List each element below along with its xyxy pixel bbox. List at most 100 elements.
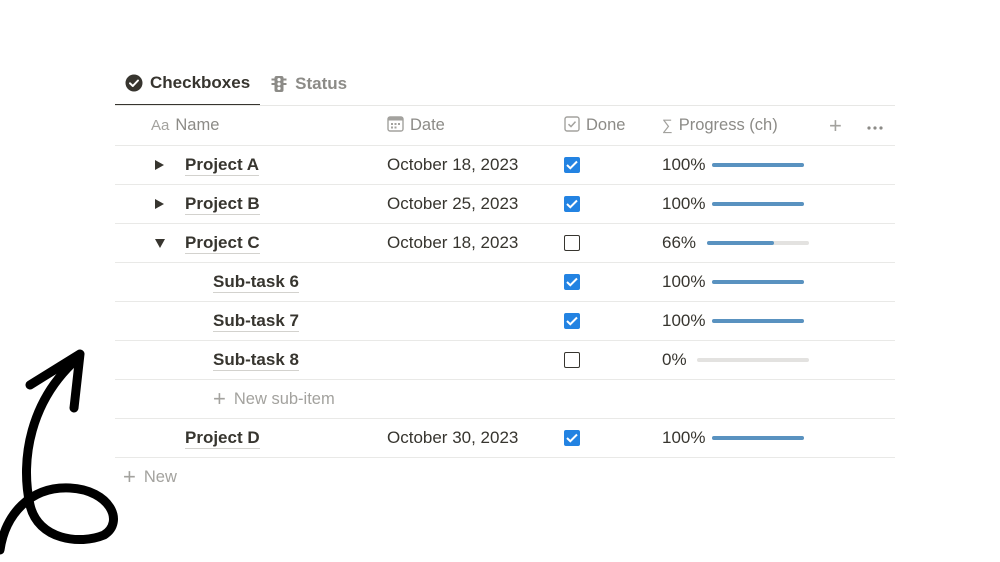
done-checkbox[interactable] [564, 235, 580, 251]
row-progress: 100% [662, 263, 804, 301]
progress-value: 0% [662, 350, 687, 369]
progress-value: 100% [662, 311, 706, 330]
progress-value: 100% [662, 155, 706, 174]
progress-bar-fill [712, 319, 804, 323]
table-header: Aa Name Date Done ∑ Progress (ch) + [115, 106, 895, 146]
row-done[interactable] [564, 419, 580, 457]
row-done[interactable] [564, 224, 580, 262]
row-name[interactable]: Project A [185, 146, 260, 184]
tab-label: Checkboxes [150, 73, 251, 92]
tab-label: Status [295, 74, 348, 93]
column-header-done[interactable]: Done [564, 106, 625, 145]
done-checkbox[interactable] [564, 157, 580, 173]
done-checkbox[interactable] [564, 352, 580, 368]
column-label: Name [175, 116, 220, 134]
expand-toggle[interactable] [155, 146, 164, 184]
add-property-button[interactable]: + [829, 106, 842, 145]
row-progress: 0% [662, 341, 809, 379]
page-title-link[interactable]: Sub-task 7 [213, 311, 299, 332]
row-progress: 66% [662, 224, 809, 262]
column-header-progress[interactable]: ∑ Progress (ch) [662, 106, 778, 145]
new-sub-item-button[interactable]: + New sub-item [213, 380, 335, 418]
new-sub-item-label: New sub-item [233, 389, 335, 408]
traffic-light-icon [270, 75, 288, 93]
progress-bar-fill [712, 163, 804, 167]
progress-bar [712, 163, 804, 167]
text-type-icon: Aa [151, 117, 170, 134]
progress-value: 100% [662, 194, 706, 213]
done-checkbox[interactable] [564, 430, 580, 446]
table-row[interactable]: Sub-task 7 100% [115, 302, 895, 341]
hand-drawn-arrow [0, 349, 118, 555]
plus-icon: + [213, 386, 226, 411]
row-date[interactable]: October 30, 2023 [387, 419, 518, 457]
progress-bar [697, 358, 809, 362]
page-title-link[interactable]: Project D [185, 428, 260, 449]
progress-bar [712, 436, 804, 440]
check-circle-icon [125, 74, 143, 92]
table-row[interactable]: Project B October 25, 2023 100% [115, 185, 895, 224]
progress-value: 100% [662, 428, 706, 447]
row-done[interactable] [564, 341, 580, 379]
progress-value: 100% [662, 272, 706, 291]
column-header-date[interactable]: Date [387, 106, 445, 145]
page-title-link[interactable]: Sub-task 8 [213, 350, 299, 371]
page-title-link[interactable]: Project B [185, 194, 260, 215]
more-options-button[interactable] [867, 106, 883, 145]
triangle-down-icon [155, 238, 165, 248]
triangle-right-icon [155, 160, 164, 170]
progress-bar [712, 319, 804, 323]
row-date[interactable]: October 18, 2023 [387, 224, 518, 262]
collapse-toggle[interactable] [155, 224, 165, 262]
table-row[interactable]: Sub-task 6 100% [115, 263, 895, 302]
row-name[interactable]: Sub-task 7 [213, 302, 299, 340]
progress-value: 66% [662, 233, 697, 252]
row-name[interactable]: Project D [185, 419, 260, 457]
table-row[interactable]: Project A October 18, 2023 100% [115, 146, 895, 185]
row-done[interactable] [564, 263, 580, 301]
progress-bar [712, 280, 804, 284]
table-body: Project A October 18, 2023 100% Project B Oc… [115, 146, 895, 380]
progress-bar [712, 202, 804, 206]
row-done[interactable] [564, 146, 580, 184]
done-checkbox[interactable] [564, 313, 580, 329]
plus-icon: + [829, 112, 842, 138]
more-icon [867, 116, 883, 135]
column-header-name[interactable]: Aa Name [151, 106, 219, 145]
row-date[interactable]: October 18, 2023 [387, 146, 518, 184]
tab-status[interactable]: Status [260, 66, 357, 106]
row-name[interactable]: Project B [185, 185, 260, 223]
row-done[interactable] [564, 185, 580, 223]
row-name[interactable]: Project C [185, 224, 260, 262]
column-label: Date [410, 116, 445, 134]
expand-toggle[interactable] [155, 185, 164, 223]
table-row[interactable]: Project D October 30, 2023 100% [115, 419, 895, 458]
calendar-icon [387, 115, 404, 136]
done-checkbox[interactable] [564, 274, 580, 290]
database-table: Aa Name Date Done ∑ Progress (ch) + Proj… [115, 106, 895, 458]
progress-bar-fill [712, 436, 804, 440]
view-tabs: Checkboxes Status [115, 66, 357, 106]
new-row-label: New [143, 467, 177, 486]
progress-bar [707, 241, 809, 245]
row-progress: 100% [662, 185, 804, 223]
done-checkbox[interactable] [564, 196, 580, 212]
column-label: Done [586, 116, 626, 134]
row-done[interactable] [564, 302, 580, 340]
sigma-icon: ∑ [662, 117, 673, 134]
row-name[interactable]: Sub-task 8 [213, 341, 299, 379]
page-title-link[interactable]: Sub-task 6 [213, 272, 299, 293]
new-row-button[interactable]: + New [123, 465, 177, 489]
page-title-link[interactable]: Project C [185, 233, 260, 254]
row-progress: 100% [662, 146, 804, 184]
progress-bar-fill [712, 280, 804, 284]
row-date[interactable]: October 25, 2023 [387, 185, 518, 223]
row-progress: 100% [662, 302, 804, 340]
tab-checkboxes[interactable]: Checkboxes [115, 66, 261, 106]
table-row[interactable]: Project C October 18, 2023 66% [115, 224, 895, 263]
table-row[interactable]: Sub-task 8 0% [115, 341, 895, 380]
new-sub-item-row: + New sub-item [115, 380, 895, 419]
row-name[interactable]: Sub-task 6 [213, 263, 299, 301]
page-title-link[interactable]: Project A [185, 155, 260, 176]
column-label: Progress (ch) [678, 116, 778, 134]
